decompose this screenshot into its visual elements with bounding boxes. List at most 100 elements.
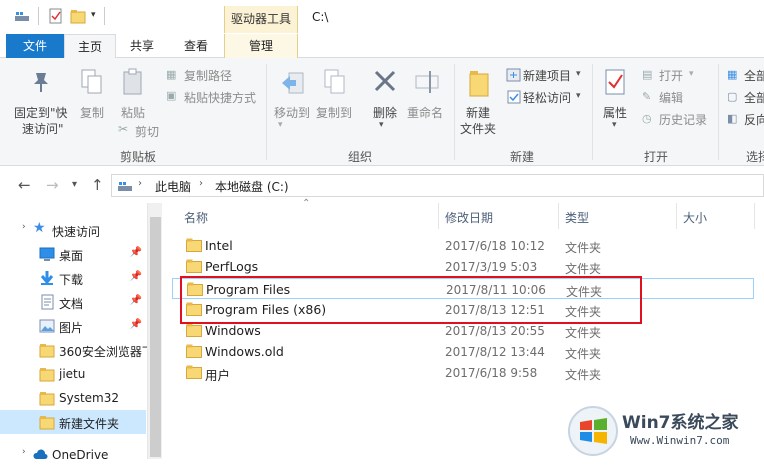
delete-button[interactable]: 删除	[373, 104, 397, 121]
file-date: 2017/8/13 20:55	[445, 324, 545, 338]
table-row[interactable]: PerfLogs 2017/3/19 5:03 文件夹	[172, 256, 754, 277]
history-button[interactable]: 历史记录	[659, 111, 707, 128]
select-none-button[interactable]: 全部	[744, 89, 764, 106]
column-header-date[interactable]: 修改日期	[445, 209, 493, 226]
nav-item-downloads[interactable]: 下载 📌	[0, 266, 146, 290]
paste-button[interactable]: 粘贴	[121, 104, 145, 121]
easy-access-button[interactable]: 轻松访问	[523, 89, 571, 106]
file-name: Intel	[205, 238, 233, 253]
nav-item-label: 下载	[59, 273, 84, 287]
folder-icon	[186, 259, 202, 273]
paste-shortcut-button[interactable]: 粘贴快捷方式	[184, 89, 256, 106]
nav-item-desktop[interactable]: 桌面 📌	[0, 242, 146, 266]
move-to-button[interactable]: 移动到	[274, 104, 310, 121]
picture-icon	[39, 318, 55, 334]
paste-icon	[121, 68, 145, 99]
open-dropdown-icon[interactable]: ▾	[689, 69, 694, 79]
nav-item-label: 新建文件夹	[59, 417, 120, 431]
copy-button[interactable]: 复制	[80, 104, 104, 121]
pin-icon[interactable]: 📌	[130, 319, 142, 330]
up-arrow-icon[interactable]: ↑	[91, 176, 104, 194]
edit-button[interactable]: 编辑	[659, 89, 683, 106]
file-date: 2017/3/19 5:03	[445, 260, 538, 274]
drive-icon[interactable]	[14, 8, 30, 24]
copy-path-button[interactable]: 复制路径	[184, 67, 232, 84]
nav-item-360-browser-folder[interactable]: 360安全浏览器下	[0, 338, 147, 362]
tab-share[interactable]: 共享	[116, 34, 168, 58]
file-type: 文件夹	[565, 368, 602, 382]
select-all-button[interactable]: 全部	[744, 67, 764, 84]
breadcrumb-separator-icon[interactable]: ›	[138, 178, 142, 189]
rename-button[interactable]: 重命名	[407, 104, 443, 121]
invert-selection-button[interactable]: 反向	[744, 111, 764, 128]
scrollbar-thumb[interactable]	[150, 217, 161, 457]
drive-tools-context-label: 驱动器工具	[224, 6, 298, 33]
pin-icon[interactable]: 📌	[130, 295, 142, 306]
new-item-dropdown-icon[interactable]: ▾	[576, 69, 581, 79]
watermark-logo: Win7系统之家 Www.Winwin7.com	[566, 404, 762, 458]
move-to-icon	[280, 70, 306, 101]
new-item-button[interactable]: 新建项目	[523, 67, 571, 84]
new-folder-label-2: 文件夹	[460, 122, 497, 136]
navigation-pane-scrollbar[interactable]	[147, 203, 162, 459]
file-name: PerfLogs	[205, 259, 259, 274]
select-group-label: 选择	[746, 150, 764, 164]
new-folder-button[interactable]: 新建	[466, 104, 490, 121]
delete-dropdown-icon[interactable]: ▾	[379, 120, 384, 130]
back-arrow-icon[interactable]: ←	[18, 176, 31, 194]
breadcrumb-this-pc[interactable]: 此电脑	[155, 178, 191, 195]
breadcrumb-separator-icon[interactable]: ›	[199, 178, 203, 189]
column-header-size[interactable]: 大小	[683, 209, 707, 226]
properties-dropdown-icon[interactable]: ▾	[612, 120, 617, 130]
table-row[interactable]: 用户 2017/6/18 9:58 文件夹	[172, 362, 754, 383]
pin-icon[interactable]: 📌	[130, 247, 142, 258]
address-bar[interactable]: › 此电脑 › 本地磁盘 (C:)	[111, 174, 764, 197]
cut-button[interactable]: 剪切	[135, 123, 159, 140]
move-to-dropdown-icon[interactable]: ▾	[278, 120, 283, 130]
breadcrumb-local-disk[interactable]: 本地磁盘 (C:)	[215, 178, 289, 195]
tab-file[interactable]: 文件	[6, 34, 64, 58]
watermark-brand: Win7系统之家	[622, 413, 739, 433]
column-header-type[interactable]: 类型	[565, 209, 589, 226]
nav-item-label: jietu	[59, 367, 86, 381]
select-all-icon: ▦	[727, 68, 738, 81]
pin-icon[interactable]: 📌	[130, 271, 142, 282]
forward-arrow-icon[interactable]: →	[46, 176, 59, 194]
table-row[interactable]: Windows.old 2017/8/12 13:44 文件夹	[172, 341, 754, 362]
easy-access-dropdown-icon[interactable]: ▾	[576, 91, 581, 101]
tab-view[interactable]: 查看	[168, 34, 224, 58]
recent-locations-chevron-icon[interactable]: ▾	[72, 179, 77, 190]
title-bar: ▾ 驱动器工具 C:\	[0, 0, 764, 34]
nav-item-documents[interactable]: 文档 📌	[0, 290, 146, 314]
properties-quick-icon[interactable]	[48, 8, 64, 24]
nav-item-new-folder[interactable]: 新建文件夹	[0, 410, 146, 434]
tab-home[interactable]: 主页	[64, 34, 116, 59]
nav-item-jietu[interactable]: jietu	[0, 362, 146, 386]
expand-chevron-icon[interactable]: ›	[22, 222, 26, 232]
edit-icon: ✎	[642, 90, 652, 103]
table-row[interactable]: Intel 2017/6/18 10:12 文件夹	[172, 235, 754, 256]
expand-chevron-icon[interactable]: ›	[22, 447, 26, 457]
paste-shortcut-icon: ▣	[166, 89, 177, 102]
tab-manage[interactable]: 管理	[224, 34, 298, 58]
open-button[interactable]: 打开	[659, 67, 683, 84]
customize-toolbar-icon[interactable]: ▾	[91, 10, 96, 20]
drive-address-icon	[117, 178, 133, 197]
ribbon-tab-bar: 文件 主页 共享 查看 管理	[0, 34, 764, 59]
column-header-name[interactable]: 名称	[184, 209, 208, 226]
file-date: 2017/6/18 9:58	[445, 366, 538, 380]
windows-logo-icon	[568, 406, 618, 456]
open-icon: ▤	[642, 68, 653, 81]
nav-onedrive[interactable]: › OneDrive	[0, 443, 146, 467]
nav-item-system32[interactable]: System32	[0, 386, 146, 410]
pin-to-quick-access-button[interactable]: 固定到"快	[14, 104, 68, 121]
properties-button[interactable]: 属性	[603, 104, 627, 121]
copy-to-button[interactable]: 复制到	[316, 104, 352, 121]
ribbon: 固定到"快 速访问" 复制 粘贴 ▦ 复制路径 ▣ 粘贴快捷方式 ✂ 剪切 剪贴…	[0, 58, 764, 166]
cloud-icon	[33, 447, 49, 463]
nav-quick-access[interactable]: › ★ 快速访问	[0, 218, 146, 242]
nav-item-pictures[interactable]: 图片 📌	[0, 314, 146, 338]
file-date: 2017/8/12 13:44	[445, 345, 545, 359]
new-folder-quick-icon[interactable]	[70, 8, 86, 24]
file-type: 文件夹	[565, 347, 602, 361]
